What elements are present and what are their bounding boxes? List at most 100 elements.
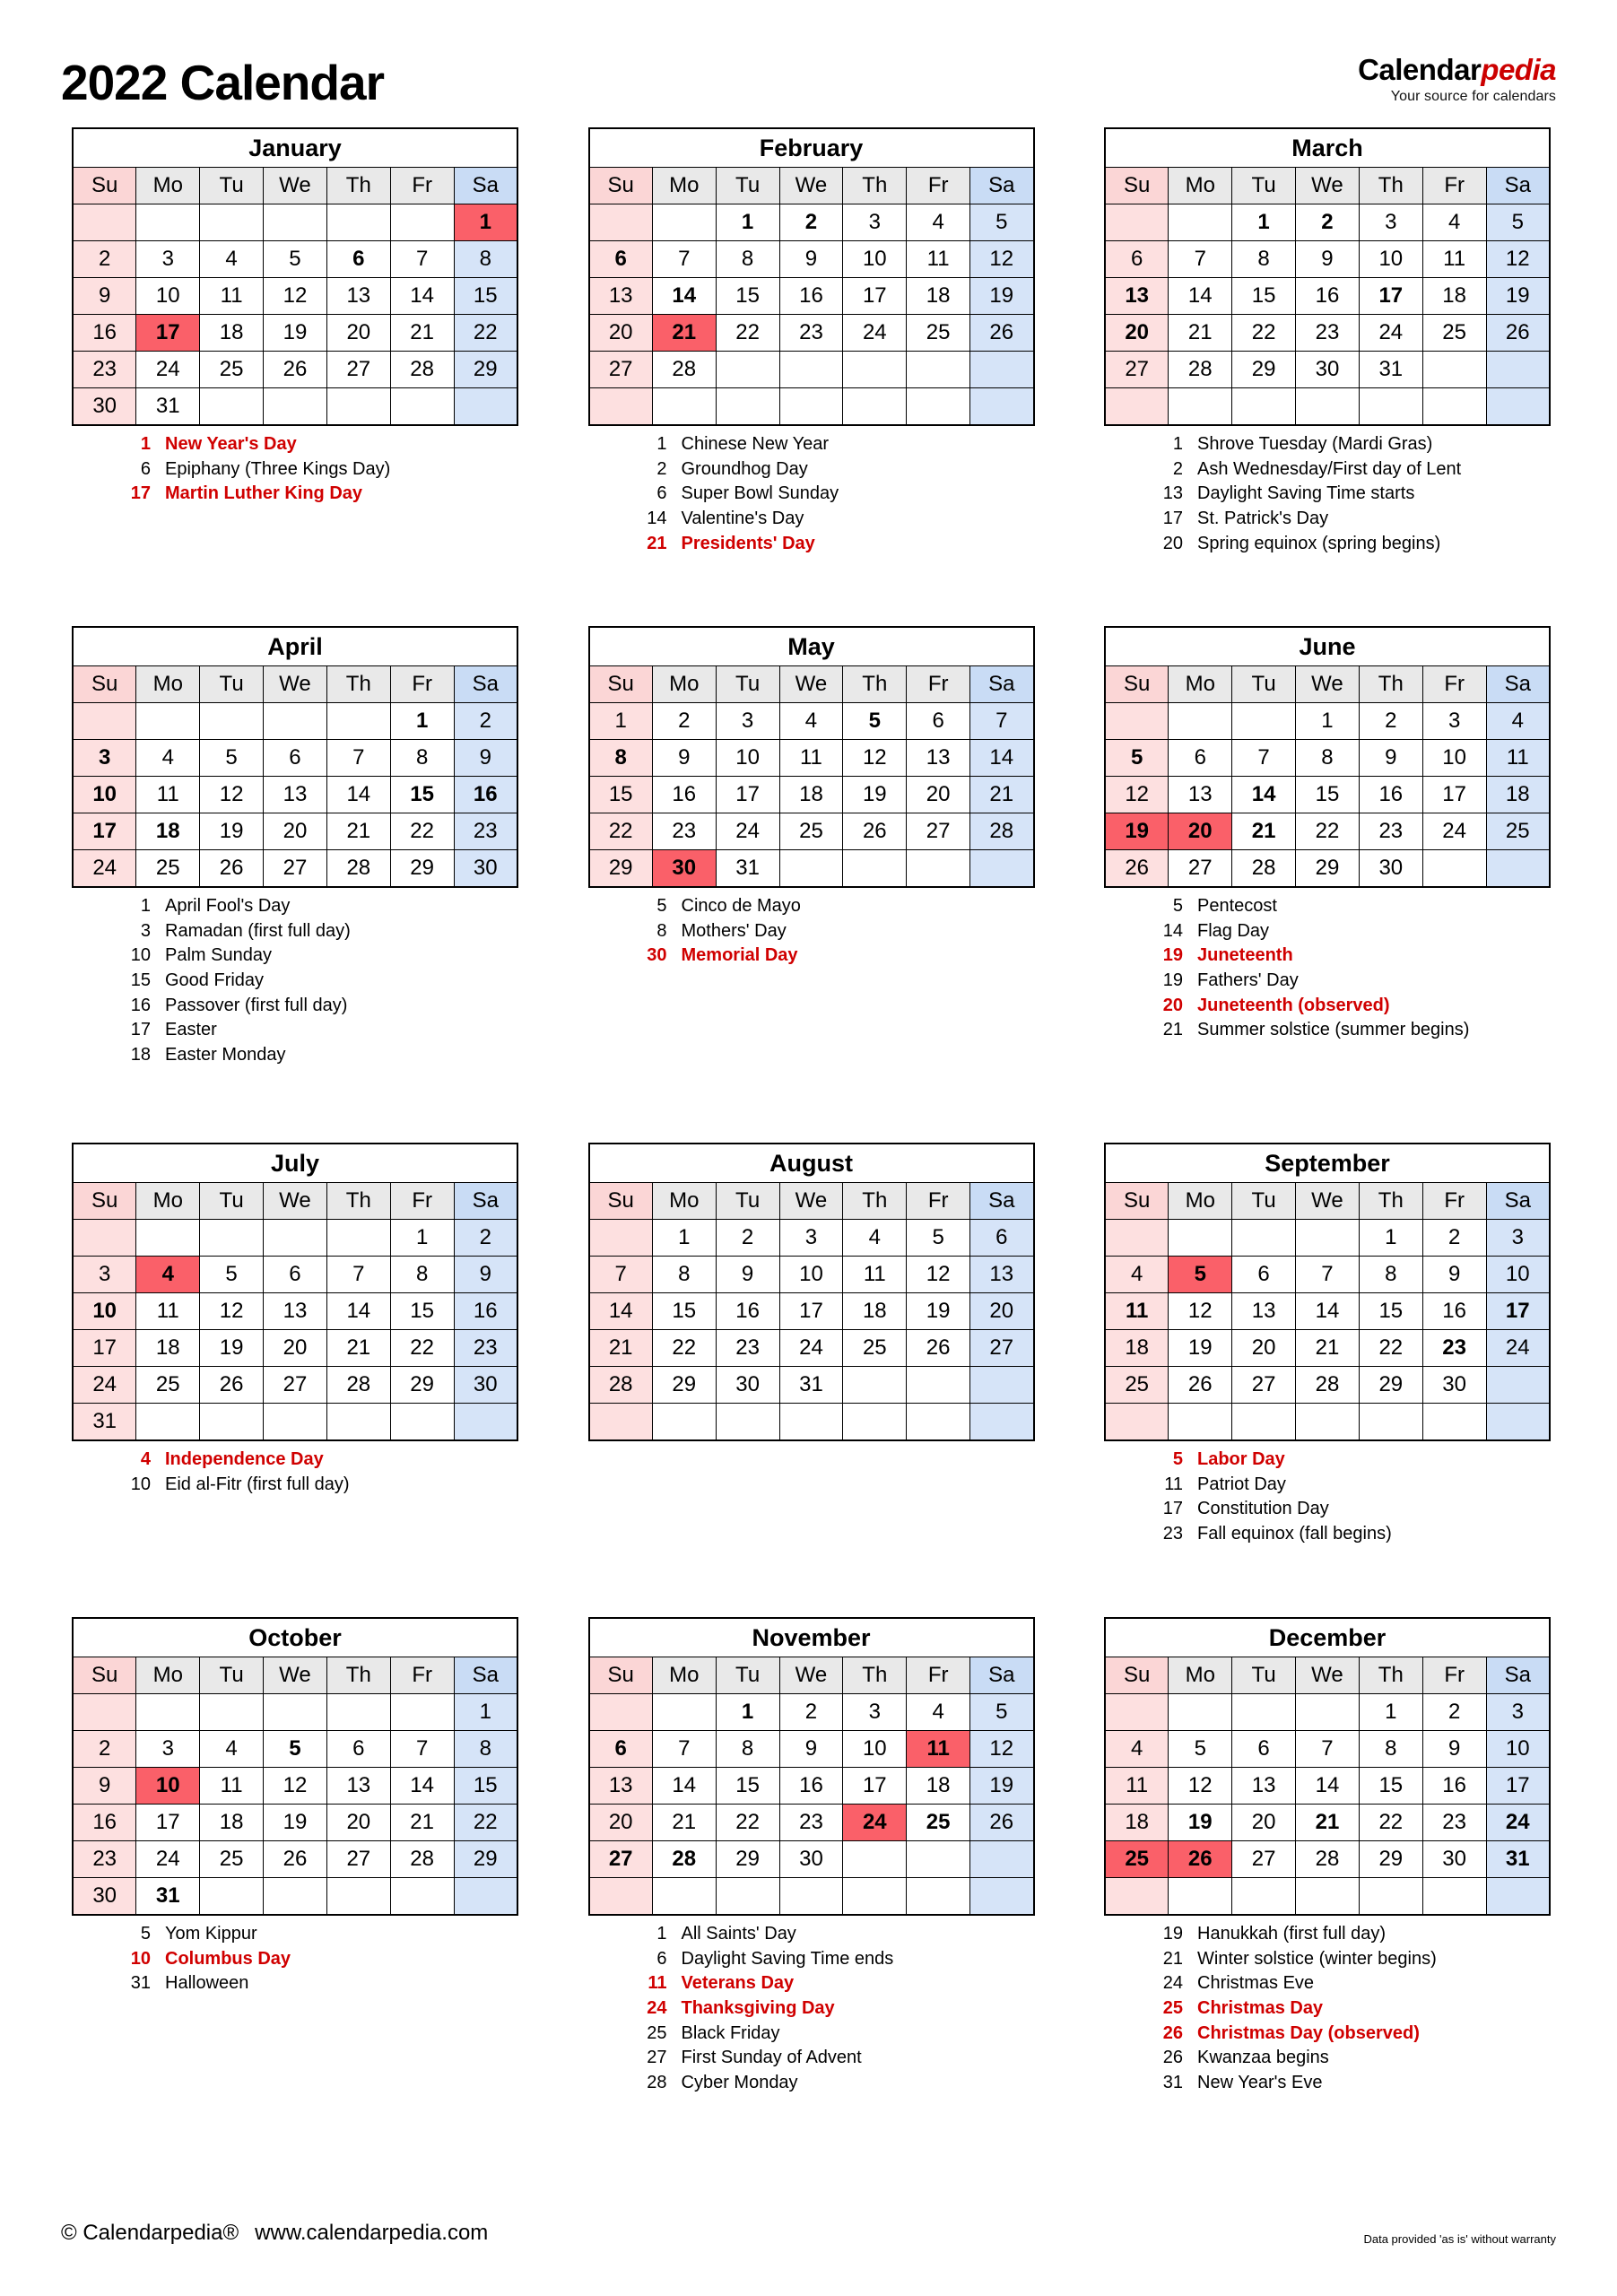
day-cell[interactable]: 12 — [263, 1767, 327, 1805]
day-cell[interactable]: 20 — [969, 1292, 1034, 1330]
day-cell[interactable] — [72, 1219, 137, 1257]
day-cell[interactable]: 18 — [1485, 776, 1551, 813]
day-cell[interactable]: 4 — [1485, 702, 1551, 740]
day-cell[interactable]: 10 — [72, 776, 137, 813]
day-cell[interactable] — [1231, 1877, 1297, 1916]
day-cell[interactable] — [588, 1403, 653, 1441]
day-cell[interactable] — [326, 387, 391, 426]
day-cell[interactable]: 4 — [135, 739, 201, 777]
day-cell[interactable]: 25 — [199, 351, 265, 388]
day-cell[interactable]: 23 — [453, 813, 518, 850]
day-cell[interactable] — [1104, 204, 1169, 241]
day-cell[interactable]: 19 — [1168, 1804, 1233, 1841]
day-cell[interactable]: 24 — [1421, 813, 1487, 850]
day-cell[interactable]: 19 — [1168, 1329, 1233, 1367]
day-cell[interactable] — [588, 1877, 653, 1916]
day-cell[interactable]: 23 — [1421, 1329, 1487, 1367]
day-cell[interactable]: 30 — [1358, 849, 1423, 888]
day-cell[interactable]: 25 — [1104, 1366, 1169, 1404]
day-cell[interactable] — [453, 387, 518, 426]
day-cell[interactable]: 21 — [1295, 1804, 1360, 1841]
day-cell[interactable]: 17 — [715, 776, 780, 813]
day-cell[interactable]: 16 — [1421, 1292, 1487, 1330]
day-cell[interactable] — [651, 204, 717, 241]
day-cell[interactable]: 5 — [1485, 204, 1551, 241]
day-cell[interactable]: 6 — [326, 1730, 391, 1768]
day-cell[interactable]: 8 — [453, 1730, 518, 1768]
day-cell[interactable]: 13 — [326, 277, 391, 315]
day-cell[interactable]: 7 — [1168, 240, 1233, 278]
day-cell[interactable]: 21 — [651, 314, 717, 352]
day-cell[interactable]: 2 — [778, 204, 844, 241]
day-cell[interactable]: 12 — [842, 739, 908, 777]
day-cell[interactable] — [1358, 387, 1423, 426]
day-cell[interactable]: 28 — [588, 1366, 653, 1404]
day-cell[interactable]: 5 — [969, 1693, 1034, 1731]
day-cell[interactable]: 19 — [199, 813, 265, 850]
day-cell[interactable]: 17 — [842, 1767, 908, 1805]
day-cell[interactable]: 3 — [135, 1730, 201, 1768]
day-cell[interactable]: 7 — [969, 702, 1034, 740]
day-cell[interactable]: 23 — [1295, 314, 1360, 352]
day-cell[interactable] — [1358, 1877, 1423, 1916]
day-cell[interactable]: 12 — [969, 240, 1034, 278]
day-cell[interactable]: 11 — [906, 1730, 971, 1768]
day-cell[interactable]: 8 — [651, 1256, 717, 1293]
day-cell[interactable]: 26 — [906, 1329, 971, 1367]
day-cell[interactable]: 8 — [389, 739, 455, 777]
day-cell[interactable] — [263, 1219, 327, 1257]
day-cell[interactable]: 31 — [715, 849, 780, 888]
day-cell[interactable]: 13 — [969, 1256, 1034, 1293]
day-cell[interactable] — [389, 1877, 455, 1916]
day-cell[interactable] — [842, 387, 908, 426]
day-cell[interactable]: 10 — [842, 240, 908, 278]
day-cell[interactable]: 31 — [135, 1877, 201, 1916]
day-cell[interactable]: 26 — [199, 849, 265, 888]
day-cell[interactable] — [199, 1403, 265, 1441]
day-cell[interactable] — [906, 1366, 971, 1404]
day-cell[interactable]: 18 — [135, 813, 201, 850]
day-cell[interactable]: 6 — [1231, 1256, 1297, 1293]
day-cell[interactable]: 24 — [1358, 314, 1423, 352]
day-cell[interactable]: 28 — [389, 351, 455, 388]
day-cell[interactable] — [135, 702, 201, 740]
day-cell[interactable]: 7 — [1231, 739, 1297, 777]
day-cell[interactable]: 15 — [1358, 1292, 1423, 1330]
day-cell[interactable]: 16 — [651, 776, 717, 813]
day-cell[interactable]: 22 — [651, 1329, 717, 1367]
day-cell[interactable]: 4 — [1104, 1256, 1169, 1293]
day-cell[interactable] — [588, 204, 653, 241]
day-cell[interactable]: 13 — [1104, 277, 1169, 315]
day-cell[interactable]: 30 — [715, 1366, 780, 1404]
day-cell[interactable]: 20 — [263, 813, 327, 850]
day-cell[interactable]: 12 — [906, 1256, 971, 1293]
day-cell[interactable]: 29 — [1231, 351, 1297, 388]
day-cell[interactable] — [1168, 204, 1233, 241]
day-cell[interactable] — [1421, 849, 1487, 888]
day-cell[interactable]: 1 — [453, 1693, 518, 1731]
day-cell[interactable]: 8 — [1358, 1256, 1423, 1293]
day-cell[interactable]: 23 — [651, 813, 717, 850]
day-cell[interactable]: 16 — [453, 776, 518, 813]
day-cell[interactable]: 10 — [135, 277, 201, 315]
day-cell[interactable]: 6 — [263, 1256, 327, 1293]
day-cell[interactable] — [263, 204, 327, 241]
day-cell[interactable]: 15 — [1295, 776, 1360, 813]
day-cell[interactable]: 23 — [453, 1329, 518, 1367]
day-cell[interactable]: 14 — [326, 776, 391, 813]
day-cell[interactable]: 15 — [1231, 277, 1297, 315]
day-cell[interactable] — [326, 702, 391, 740]
day-cell[interactable]: 5 — [969, 204, 1034, 241]
day-cell[interactable]: 5 — [263, 240, 327, 278]
day-cell[interactable]: 6 — [906, 702, 971, 740]
day-cell[interactable]: 21 — [588, 1329, 653, 1367]
day-cell[interactable]: 21 — [389, 1804, 455, 1841]
day-cell[interactable] — [135, 1219, 201, 1257]
day-cell[interactable]: 29 — [1358, 1366, 1423, 1404]
day-cell[interactable]: 19 — [906, 1292, 971, 1330]
day-cell[interactable] — [72, 702, 137, 740]
day-cell[interactable]: 30 — [1295, 351, 1360, 388]
day-cell[interactable]: 31 — [1358, 351, 1423, 388]
day-cell[interactable]: 11 — [199, 277, 265, 315]
day-cell[interactable] — [199, 1693, 265, 1731]
